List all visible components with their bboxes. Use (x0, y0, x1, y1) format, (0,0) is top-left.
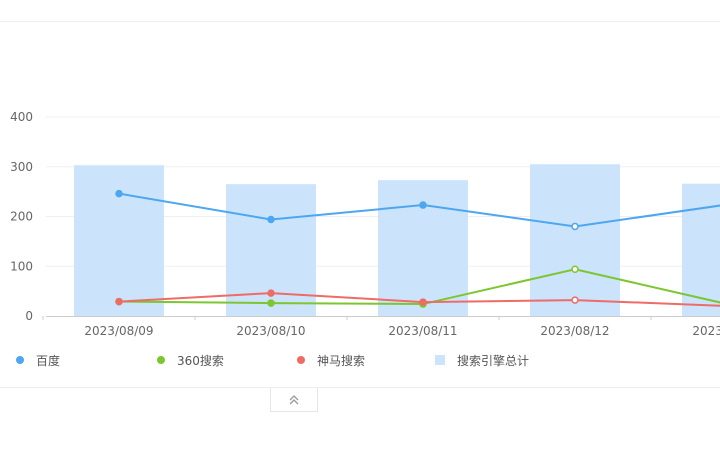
legend-marker-icon (435, 355, 445, 365)
legend-item-360[interactable]: 360搜索 (157, 350, 224, 370)
legend-marker-icon (16, 356, 24, 364)
data-point (267, 289, 275, 297)
legend-label: 神马搜索 (317, 353, 366, 368)
data-point (571, 265, 579, 273)
y-tick-label: 0 (25, 309, 33, 323)
data-point (115, 297, 123, 306)
legend-item-total[interactable]: 搜索引擎总计 (435, 350, 529, 370)
bar (378, 180, 468, 316)
legend-label: 360搜索 (177, 353, 224, 368)
data-point (419, 298, 427, 306)
search-engine-chart: 0 100 200 300 400 2023/08/09 2023/08/10 2023/08… (10, 110, 720, 338)
x-tick-label: 2023/08/11 (388, 324, 457, 338)
data-point (419, 201, 427, 209)
axis-layer (42, 316, 720, 320)
x-tick-label: 2023/08/10 (236, 324, 305, 338)
y-tick-label: 300 (10, 160, 33, 174)
x-tick-label: 2023/08/13 (692, 324, 720, 338)
data-point (571, 296, 579, 304)
bar (74, 165, 164, 316)
x-tick-label: 2023/08/12 (540, 324, 609, 338)
legend-item-baidu[interactable]: 百度 (16, 350, 60, 370)
chart-legend: 百度 360搜索 神马搜索 搜索引擎总计 (0, 350, 720, 370)
y-tick-label: 400 (10, 110, 33, 124)
collapse-button[interactable] (270, 388, 318, 412)
data-point (115, 189, 123, 198)
legend-label: 搜索引擎总计 (457, 353, 530, 368)
data-point (571, 222, 579, 231)
legend-label: 百度 (36, 353, 61, 368)
bottom-divider (0, 387, 720, 388)
double-chevron-up-icon (289, 394, 299, 404)
y-tick-label: 200 (10, 210, 33, 224)
chart-panel: 0 100 200 300 400 2023/08/09 2023/08/10 2023/08… (0, 0, 720, 450)
data-point (267, 299, 275, 307)
x-tick-label: 2023/08/09 (84, 324, 153, 338)
legend-marker-icon (157, 356, 165, 364)
y-tick-label: 100 (10, 259, 33, 273)
data-point (267, 215, 275, 224)
legend-item-shenma[interactable]: 神马搜索 (297, 350, 365, 370)
bar (682, 183, 720, 316)
legend-marker-icon (297, 356, 305, 364)
bar (530, 164, 620, 316)
bar-layer (74, 164, 720, 316)
